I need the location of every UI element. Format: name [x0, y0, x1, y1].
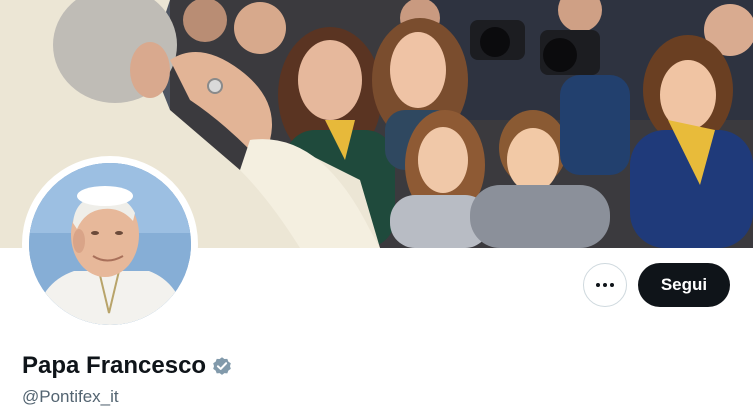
more-options-button[interactable]: [583, 263, 627, 307]
more-options-icon: [596, 283, 614, 287]
follow-button[interactable]: Segui: [638, 263, 730, 307]
profile-display-name: Papa Francesco: [22, 352, 207, 379]
profile-handle: @Pontifex_it: [22, 387, 119, 406]
verified-badge-icon[interactable]: [211, 355, 233, 377]
avatar[interactable]: [29, 163, 191, 325]
profile-name-row: Papa Francesco: [22, 352, 233, 380]
profile-avatar-frame: [22, 156, 198, 332]
avatar-image: [29, 163, 191, 325]
